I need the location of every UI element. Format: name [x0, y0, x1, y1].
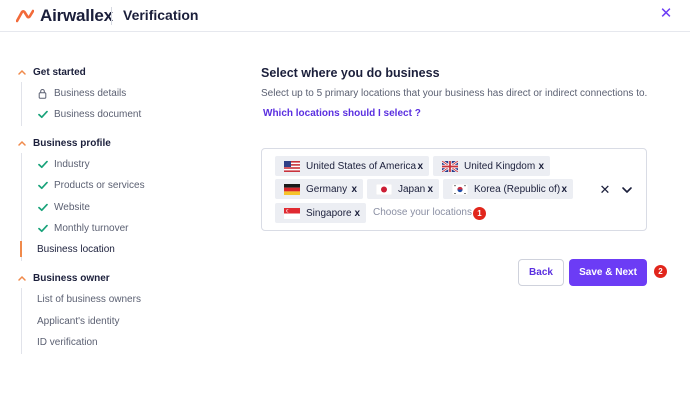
lock-icon [38, 88, 47, 99]
clear-all-button[interactable]: ✕ [598, 182, 612, 198]
top-header: Airwallex Verification ✕ [0, 0, 690, 32]
brand-name: Airwallex [40, 6, 113, 25]
location-chip: Korea (Republic of) x [443, 179, 573, 199]
germany-flag-icon [284, 183, 300, 195]
sidebar-item-label: Industry [54, 158, 90, 170]
remove-chip-icon[interactable]: x [351, 184, 357, 195]
chevron-up-icon [18, 69, 26, 75]
section-business-profile[interactable]: Business profile [17, 135, 111, 151]
check-icon [37, 181, 48, 189]
location-chip: Germany x [275, 179, 363, 199]
section-title: Get started [33, 66, 86, 78]
sidebar-item-list-of-business-owners[interactable]: List of business owners [37, 292, 141, 306]
sidebar-item-applicants-identity[interactable]: Applicant's identity [37, 314, 120, 328]
chevron-up-icon [18, 275, 26, 281]
sidebar-item-business-details[interactable]: Business details [37, 86, 126, 100]
back-button[interactable]: Back [518, 259, 564, 286]
sidebar-item-label: Monthly turnover [54, 222, 129, 234]
section-heading: Select where you do business [261, 66, 440, 80]
step-marker-badge: 2 [654, 265, 667, 278]
save-and-next-button[interactable]: Save & Next [569, 259, 647, 286]
sidebar-item-business-document[interactable]: Business document [37, 107, 141, 121]
section-get-started[interactable]: Get started [17, 64, 86, 80]
chip-label: Korea (Republic of) [474, 183, 561, 195]
singapore-flag-icon [284, 207, 300, 219]
sidebar-item-label: Business document [54, 108, 142, 120]
uk-flag-icon [442, 160, 458, 172]
chevron-up-icon [18, 140, 26, 146]
section-business-owner[interactable]: Business owner [17, 270, 110, 286]
check-icon [37, 110, 48, 118]
sidebar-item-label: Applicant's identity [37, 315, 120, 327]
korea-flag-icon [452, 183, 468, 195]
japan-flag-icon [376, 183, 392, 195]
remove-chip-icon[interactable]: x [427, 184, 433, 195]
sidebar-item-label: Business location [37, 243, 115, 255]
airwallex-logo-icon [16, 9, 34, 23]
remove-chip-icon[interactable]: x [561, 184, 567, 195]
sidebar-item-industry[interactable]: Industry [37, 157, 90, 171]
section-description: Select up to 5 primary locations that yo… [261, 88, 648, 99]
step-connector [21, 82, 22, 126]
sidebar-item-label: List of business owners [37, 293, 141, 305]
check-icon [37, 203, 48, 211]
chip-label: Germany [306, 183, 348, 195]
section-title: Business profile [33, 137, 111, 149]
chip-label: Japan [398, 183, 426, 195]
chip-label: United States of America [306, 160, 417, 172]
step-connector [21, 288, 22, 354]
chip-label: United Kingdom [464, 160, 536, 172]
location-chip: Japan x [367, 179, 439, 199]
brand-logo: Airwallex [16, 6, 113, 26]
progress-sidebar: Get started Business details Business do… [0, 32, 230, 401]
check-icon [37, 160, 48, 168]
remove-chip-icon[interactable]: x [538, 161, 544, 172]
us-flag-icon [284, 160, 300, 172]
sidebar-item-label: Website [54, 201, 90, 213]
sidebar-item-business-location[interactable]: Business location [37, 242, 115, 256]
sidebar-item-label: Products or services [54, 179, 145, 191]
sidebar-item-products-or-services[interactable]: Products or services [37, 178, 145, 192]
page-title: Verification [123, 7, 199, 23]
sidebar-item-label: Business details [54, 87, 127, 99]
chip-label: Singapore [306, 207, 352, 219]
section-title: Business owner [33, 272, 110, 284]
sidebar-item-website[interactable]: Website [37, 200, 90, 214]
location-chip: United Kingdom x [433, 156, 550, 176]
sidebar-item-monthly-turnover[interactable]: Monthly turnover [37, 221, 128, 235]
chevron-down-icon[interactable] [620, 183, 634, 197]
check-icon [37, 224, 48, 232]
header-divider [111, 7, 112, 25]
active-step-indicator [20, 241, 22, 257]
help-link[interactable]: Which locations should I select ? [263, 108, 421, 119]
location-chip: Singapore x [275, 203, 366, 223]
step-marker-badge: 1 [473, 207, 486, 220]
sidebar-item-label: ID verification [37, 336, 98, 348]
remove-chip-icon[interactable]: x [354, 208, 360, 219]
location-chip: United States of America x [275, 156, 429, 176]
location-search-input[interactable]: Choose your locations [373, 207, 472, 218]
remove-chip-icon[interactable]: x [417, 161, 423, 172]
sidebar-item-id-verification[interactable]: ID verification [37, 335, 98, 349]
close-button[interactable]: ✕ [658, 6, 674, 22]
